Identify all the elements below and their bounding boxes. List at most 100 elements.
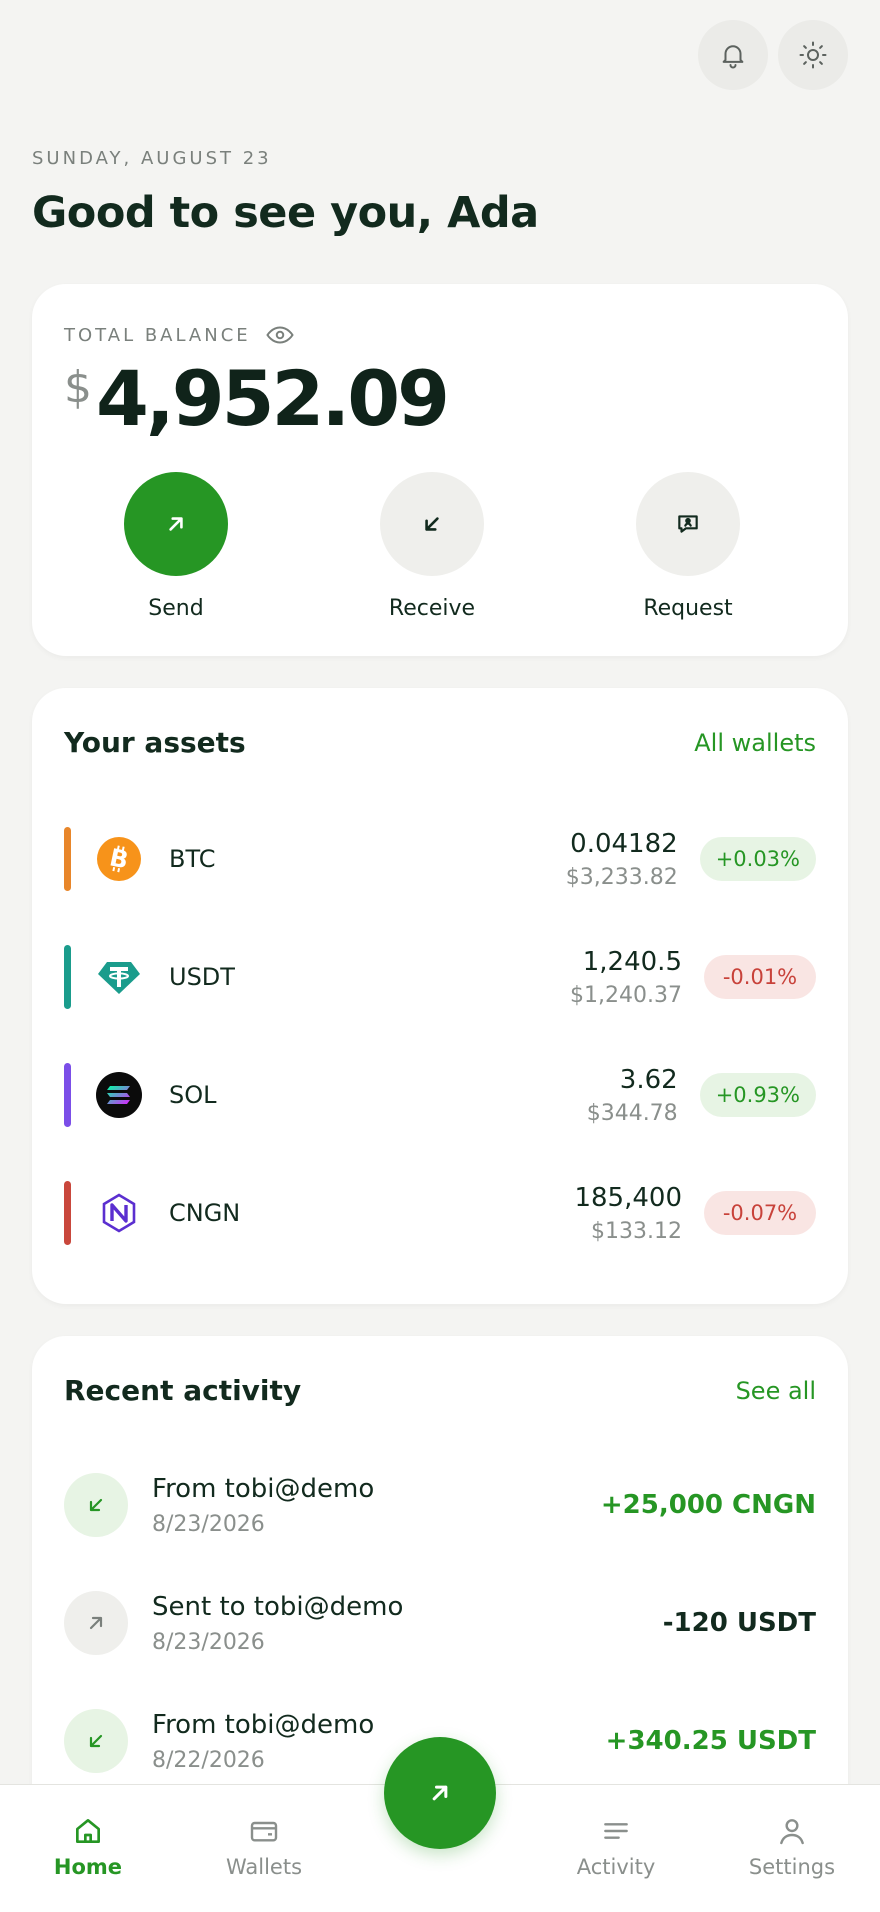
asset-change-badge: +0.93% [699, 1073, 816, 1117]
nav-home-label: Home [53, 1855, 123, 1879]
home-icon [76, 1819, 100, 1843]
wallet-icon [250, 1821, 278, 1842]
asset-quantity: 1,240.5 [582, 946, 682, 977]
asset-symbol: USDT [169, 963, 235, 991]
asset-color-bar [64, 945, 71, 1009]
date-label: SUNDAY, AUGUST 23 [32, 148, 272, 169]
assets-card: Your assets All wallets B BTC 0.04182 $3… [32, 688, 848, 1304]
greeting-title: Good to see you, Ada [32, 188, 539, 238]
request-button-circle[interactable] [636, 472, 740, 576]
request-chat-icon [678, 515, 698, 533]
asset-amounts: 1,240.5 $1,240.37 [570, 947, 682, 1008]
arrow-up-right-icon [89, 1616, 103, 1630]
arrow-down-left-icon [89, 1734, 103, 1748]
arrow-up-right-icon [169, 517, 183, 531]
activity-date: 8/23/2026 [152, 1511, 265, 1537]
bell-icon [722, 45, 744, 69]
asset-color-bar [64, 1181, 71, 1245]
nav-settings-label: Settings [748, 1855, 836, 1879]
home-screen: SUNDAY, AUGUST 23 Good to see you, Ada T… [0, 0, 880, 1912]
asset-change-badge: -0.07% [704, 1191, 816, 1235]
arrow-up-right-icon [432, 1785, 448, 1801]
nav-activity[interactable]: Activity [546, 1815, 686, 1879]
asset-usd-value: $3,233.82 [565, 864, 678, 890]
activity-title-text: Sent to tobi@demo [152, 1591, 404, 1622]
balance-amount: $ 4,952.09 [64, 354, 450, 443]
nav-activity-label: Activity [576, 1855, 656, 1879]
user-icon [780, 1819, 804, 1845]
sol-coin-icon [95, 1071, 143, 1119]
activity-amount: +25,000 CNGN [600, 1490, 816, 1520]
assets-title: Your assets [64, 726, 246, 759]
asset-quantity: 185,400 [574, 1182, 682, 1213]
receive-button-circle[interactable] [380, 472, 484, 576]
arrow-down-left-icon [89, 1498, 103, 1512]
asset-quantity: 3.62 [619, 1064, 678, 1095]
balance-value: 4,952.09 [96, 354, 450, 443]
send-button-circle[interactable] [124, 472, 228, 576]
send-label: Send [148, 596, 204, 621]
asset-amounts: 185,400 $133.12 [574, 1183, 682, 1244]
top-icons [698, 20, 848, 90]
balance-card: TOTAL BALANCE $ 4,952.09 Send Receive Re… [32, 284, 848, 656]
activity-list-icon [604, 1823, 628, 1839]
sun-icon [799, 41, 827, 69]
incoming-icon-circle [64, 1709, 128, 1773]
activity-date: 8/23/2026 [152, 1629, 265, 1655]
eye-icon[interactable] [265, 320, 295, 350]
asset-usd-value: $133.12 [591, 1218, 682, 1244]
send-button[interactable]: Send [48, 472, 304, 621]
activity-amount: -120 USDT [662, 1608, 816, 1638]
asset-amounts: 3.62 $344.78 [587, 1065, 678, 1126]
asset-row-sol[interactable]: SOL 3.62 $344.78 +0.93% [64, 1062, 816, 1128]
balance-label-row: TOTAL BALANCE [64, 320, 295, 350]
notifications-button[interactable] [698, 20, 768, 90]
usdt-coin-icon [95, 953, 143, 1001]
balance-label: TOTAL BALANCE [64, 324, 251, 346]
asset-quantity: 0.04182 [570, 828, 678, 859]
all-wallets-link[interactable]: All wallets [694, 729, 816, 757]
asset-row-btc[interactable]: B BTC 0.04182 $3,233.82 +0.03% [64, 826, 816, 892]
asset-row-cngn[interactable]: CNGN 185,400 $133.12 -0.07% [64, 1180, 816, 1246]
assets-header: Your assets All wallets [64, 726, 816, 759]
asset-symbol: CNGN [169, 1199, 241, 1227]
btc-coin-icon: B [95, 835, 143, 883]
nav-settings[interactable]: Settings [722, 1815, 862, 1879]
asset-color-bar [64, 827, 71, 891]
incoming-icon-circle [64, 1473, 128, 1537]
asset-change-badge: -0.01% [704, 955, 816, 999]
balance-actions: Send Receive Request [32, 472, 848, 621]
asset-usd-value: $344.78 [586, 1100, 678, 1126]
cngn-coin-icon [95, 1189, 143, 1237]
asset-usd-value: $1,240.37 [570, 982, 682, 1008]
theme-toggle-button[interactable] [778, 20, 848, 90]
asset-row-usdt[interactable]: USDT 1,240.5 $1,240.37 -0.01% [64, 944, 816, 1010]
balance-currency: $ [64, 362, 92, 413]
nav-wallets-label: Wallets [225, 1855, 303, 1879]
asset-amounts: 0.04182 $3,233.82 [566, 829, 678, 890]
activity-row[interactable]: From tobi@demo 8/23/2026 +25,000 CNGN [64, 1470, 816, 1540]
nav-home[interactable]: Home [18, 1815, 158, 1879]
see-all-link[interactable]: See all [736, 1377, 816, 1405]
receive-label: Receive [388, 596, 476, 621]
activity-date: 8/22/2026 [152, 1747, 265, 1773]
arrow-down-left-icon [425, 517, 439, 531]
activity-text: Sent to tobi@demo 8/23/2026 [152, 1592, 663, 1655]
request-button[interactable]: Request [560, 472, 816, 621]
receive-button[interactable]: Receive [304, 472, 560, 621]
asset-symbol: SOL [169, 1081, 217, 1109]
activity-title-text: From tobi@demo [152, 1709, 375, 1740]
activity-row[interactable]: Sent to tobi@demo 8/23/2026 -120 USDT [64, 1588, 816, 1658]
quick-send-fab[interactable] [384, 1737, 496, 1849]
activity-text: From tobi@demo 8/22/2026 [152, 1710, 606, 1773]
outgoing-icon-circle [64, 1591, 128, 1655]
request-label: Request [643, 596, 733, 621]
activity-amount: +340.25 USDT [605, 1726, 816, 1756]
asset-change-badge: +0.03% [699, 837, 816, 881]
activity-header: Recent activity See all [64, 1374, 816, 1407]
activity-title-text: From tobi@demo [152, 1473, 375, 1504]
asset-color-bar [64, 1063, 71, 1127]
asset-symbol: BTC [169, 845, 216, 873]
activity-text: From tobi@demo 8/23/2026 [152, 1474, 601, 1537]
nav-wallets[interactable]: Wallets [194, 1815, 334, 1879]
